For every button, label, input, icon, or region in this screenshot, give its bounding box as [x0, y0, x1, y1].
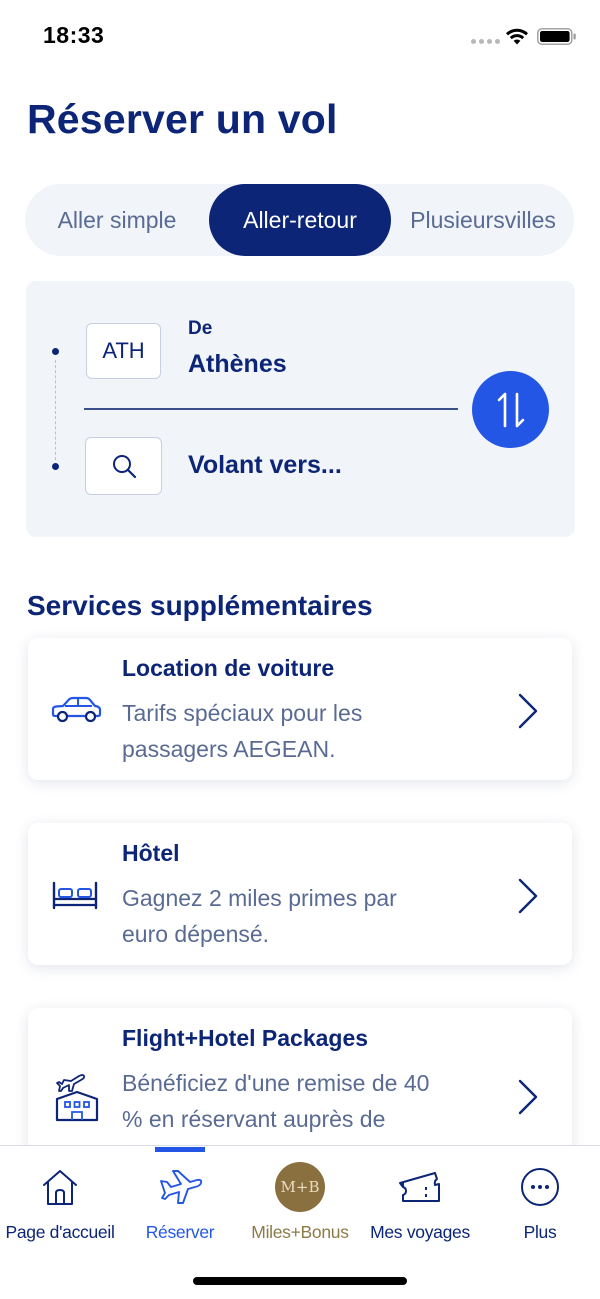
service-title: Flight+Hotel Packages	[122, 1025, 369, 1051]
tab-label: Miles+Bonus	[251, 1222, 349, 1242]
trip-type-round-trip[interactable]: Aller-retour	[209, 184, 391, 256]
trip-type-selector: Aller simple Aller-retour Plusieurs vill…	[25, 184, 574, 256]
trip-type-one-way[interactable]: Aller simple	[25, 184, 209, 256]
chevron-right-icon	[518, 693, 538, 729]
plane-hotel-icon	[55, 1074, 99, 1122]
destination-dot	[52, 463, 59, 470]
tab-label: Plus	[523, 1222, 557, 1242]
multi-city-label-line1: Plusieurs	[410, 207, 505, 233]
status-time: 18:33	[43, 22, 105, 48]
tab-miles-bonus[interactable]: M+B Miles+Bonus	[240, 1160, 360, 1250]
more-icon	[521, 1168, 559, 1206]
service-description: Gagnez 2 miles primes par euro dépensé.	[122, 885, 397, 947]
tab-book[interactable]: Réserver	[120, 1160, 240, 1250]
tab-label: Réserver	[145, 1222, 215, 1242]
chevron-right-icon	[518, 878, 538, 914]
destination-input[interactable]: Volant vers...	[188, 451, 342, 480]
multi-city-label-line2: villes	[504, 207, 556, 233]
service-card-flight-hotel[interactable]: Flight+Hotel Packages Bénéficiez d'une r…	[28, 1008, 572, 1168]
tab-home[interactable]: Page d'accueil	[0, 1160, 120, 1250]
chevron-right-icon	[518, 1079, 538, 1115]
service-title: Location de voiture	[122, 655, 335, 681]
cellular-signal-icon	[471, 39, 500, 44]
tab-more[interactable]: Plus	[480, 1160, 600, 1250]
wifi-icon	[506, 28, 528, 45]
origin-destination-divider	[84, 408, 458, 410]
page-title: Réserver un vol	[27, 96, 338, 142]
service-title: Hôtel	[122, 840, 180, 866]
origin-dot	[52, 348, 59, 355]
route-dashed-line	[55, 360, 56, 460]
home-icon	[43, 1170, 77, 1205]
services-section-title: Services supplémentaires	[27, 590, 373, 621]
trip-type-multi-city[interactable]: Plusieurs villes	[397, 184, 569, 256]
search-icon	[112, 455, 136, 479]
active-tab-indicator	[155, 1147, 205, 1152]
service-description: Tarifs spéciaux pour les passagers AEGEAN…	[122, 700, 363, 762]
destination-search-box[interactable]	[85, 437, 162, 495]
origin-city[interactable]: Athènes	[188, 350, 287, 379]
service-card-car-rental[interactable]: Location de voiture Tarifs spéciaux pour…	[28, 638, 572, 780]
tab-label: Mes voyages	[370, 1222, 470, 1242]
bed-icon	[52, 881, 98, 910]
car-icon	[51, 696, 102, 723]
miles-bonus-icon: M+B	[275, 1162, 325, 1212]
swap-arrows-icon	[497, 392, 524, 427]
ticket-icon	[399, 1172, 440, 1202]
origin-label: De	[188, 318, 213, 339]
service-card-hotel[interactable]: Hôtel Gagnez 2 miles primes par euro dépe…	[28, 823, 572, 965]
swap-origin-destination-button[interactable]	[472, 371, 549, 448]
service-description: Bénéficiez d'une remise de 40% en réserv…	[122, 1070, 430, 1132]
battery-icon	[537, 28, 576, 45]
origin-code-box[interactable]: ATH	[86, 323, 161, 379]
tab-my-trips[interactable]: Mes voyages	[360, 1160, 480, 1250]
status-bar: 18:33	[0, 0, 600, 70]
home-indicator[interactable]	[193, 1277, 407, 1285]
plane-icon	[160, 1170, 203, 1204]
